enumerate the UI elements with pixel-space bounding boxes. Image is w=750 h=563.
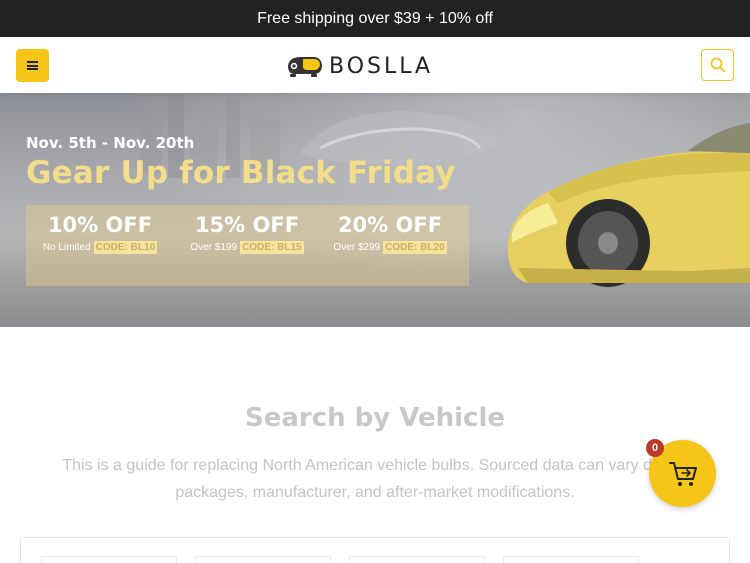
vehicle-finder-panel — [20, 537, 730, 563]
offer-item: 15% OFF Over $199 CODE: BL15 — [181, 213, 313, 254]
vehicle-search-description: This is a guide for replacing North Amer… — [62, 457, 688, 501]
offer-condition: No Limited — [42, 242, 91, 253]
search-button[interactable] — [701, 49, 734, 81]
promo-title: Gear Up for Black Friday — [26, 155, 456, 191]
offer-code: CODE: BL20 — [383, 241, 447, 254]
logo-text: BOSLLA — [329, 53, 434, 79]
hamburger-icon — [27, 61, 38, 70]
offer-code: CODE: BL15 — [240, 241, 304, 254]
search-icon — [710, 57, 725, 73]
site-logo[interactable]: BOSLLA — [285, 52, 433, 80]
cart-count-badge: 0 — [646, 439, 664, 457]
announcement-text: Free shipping over $39 + 10% off — [257, 9, 493, 27]
hero-banner[interactable]: Nov. 5th - Nov. 20th Gear Up for Black F… — [0, 93, 750, 327]
offer-condition: Over $299 — [333, 242, 381, 253]
offer-percent: 10% OFF — [47, 213, 153, 237]
menu-button[interactable] — [16, 49, 49, 82]
offer-percent: 15% OFF — [194, 213, 300, 237]
site-header: BOSLLA — [0, 37, 750, 93]
logo-mark-icon — [288, 57, 322, 77]
offer-percent: 20% OFF — [337, 213, 443, 237]
promo-date: Nov. 5th - Nov. 20th — [26, 134, 195, 152]
yellow-car-image — [507, 123, 750, 287]
offer-item: 10% OFF No Limited CODE: BL10 — [34, 213, 166, 254]
offer-code: CODE: BL10 — [93, 241, 158, 254]
vehicle-select-model[interactable] — [349, 556, 485, 563]
offer-item: 20% OFF Over $299 CODE: BL20 — [324, 213, 456, 254]
offers-panel: 10% OFF No Limited CODE: BL10 15% OFF Ov… — [26, 205, 469, 286]
offer-condition: Over $199 — [190, 242, 238, 253]
vehicle-select-make[interactable] — [195, 556, 331, 563]
vehicle-select-submodel[interactable] — [503, 556, 639, 563]
cart-icon — [668, 461, 697, 486]
vehicle-select-year[interactable] — [41, 556, 177, 563]
vehicle-search-title: Search by Vehicle — [244, 403, 506, 433]
announcement-bar: Free shipping over $39 + 10% off — [0, 0, 750, 37]
